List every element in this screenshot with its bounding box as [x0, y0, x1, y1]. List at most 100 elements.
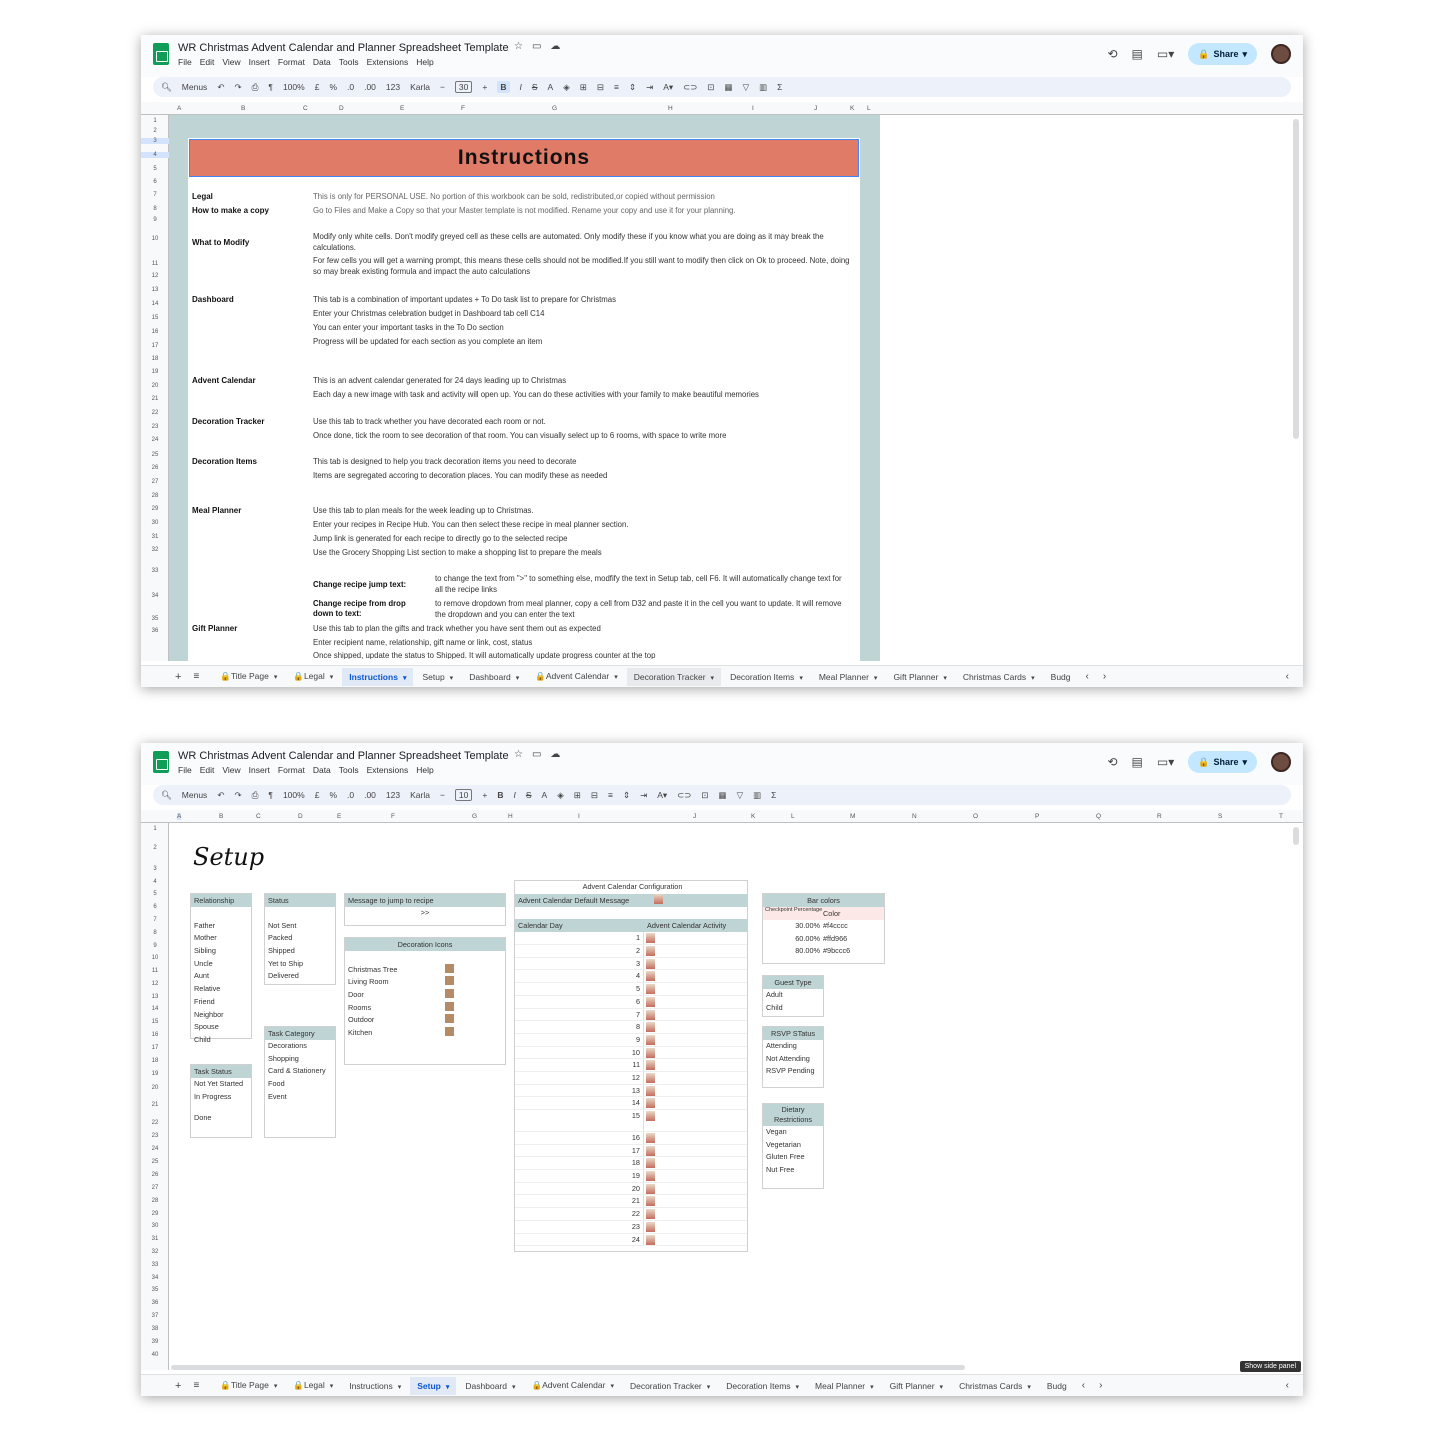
col-header[interactable]: I [578, 813, 580, 820]
calendar-day[interactable]: 7 [515, 1008, 644, 1021]
meet-icon[interactable]: ▭▾ [1157, 755, 1174, 769]
section-label[interactable]: Decoration Items [192, 457, 257, 466]
task-category-item[interactable]: Event [265, 1091, 335, 1104]
sheet-tab[interactable]: Dashboard ▾ [462, 668, 526, 686]
fill-color-icon[interactable]: ◈ [557, 790, 564, 801]
activity-image-icon[interactable] [646, 933, 655, 944]
row-header[interactable]: 22 [141, 410, 169, 416]
calendar-day[interactable]: 2 [515, 945, 644, 957]
history-icon[interactable]: ⟲ [1107, 47, 1117, 61]
rotate-icon[interactable]: A▾ [657, 790, 667, 801]
status-item[interactable]: Delivered [265, 970, 335, 983]
section-label[interactable]: Gift Planner [192, 624, 237, 633]
decoration-image-icon[interactable] [445, 1001, 454, 1011]
sheet-tab[interactable]: Budg [1044, 668, 1078, 686]
menu-help[interactable]: Help [416, 57, 433, 67]
sheet-tab[interactable]: Instructions ▾ [342, 667, 414, 686]
row-header[interactable]: 13 [141, 994, 169, 1000]
sub-text[interactable]: to change the text from ">" to something… [435, 574, 845, 595]
section-text[interactable]: Use the Grocery Shopping List section to… [313, 548, 853, 559]
col-header[interactable]: G [472, 813, 477, 820]
calendar-day[interactable]: 9 [515, 1033, 644, 1046]
advent-config-title[interactable]: Advent Calendar Configuration [515, 881, 747, 894]
row-header[interactable]: 36 [141, 1300, 169, 1306]
task-status-item[interactable]: Done [191, 1112, 251, 1125]
calendar-day-header[interactable]: Calendar Day [518, 919, 647, 932]
activity-header[interactable]: Advent Calendar Activity [647, 919, 726, 932]
col-header[interactable]: S [1218, 813, 1222, 820]
section-label[interactable]: Advent Calendar [192, 376, 256, 385]
avatar[interactable] [1271, 752, 1291, 772]
row-header[interactable]: 31 [141, 534, 169, 540]
relationship-item[interactable]: Sibling [191, 945, 251, 958]
row-header[interactable]: 29 [141, 506, 169, 512]
row-header[interactable]: 3 [141, 866, 169, 872]
row-header[interactable]: 14 [141, 301, 169, 307]
section-label[interactable]: Decoration Tracker [192, 417, 264, 426]
row-header[interactable]: 35 [141, 616, 169, 622]
chevron-down-icon[interactable]: ▾ [610, 1383, 614, 1390]
vertical-scrollbar[interactable] [1293, 119, 1299, 439]
number-format-button[interactable]: 123 [386, 790, 400, 800]
bar-color-value[interactable]: #9bccc6 [823, 945, 850, 958]
calendar-day[interactable]: 14 [515, 1097, 644, 1109]
rsvp-item[interactable]: RSVP Pending [763, 1065, 823, 1078]
row-header[interactable]: 16 [141, 329, 169, 335]
instructions-banner[interactable]: Instructions [189, 139, 859, 177]
task-category-item[interactable]: Food [265, 1078, 335, 1091]
activity-image-icon[interactable] [646, 1209, 655, 1220]
section-text[interactable]: Use this tab to plan the gifts and track… [313, 624, 853, 635]
merge-icon[interactable]: ⊟ [597, 82, 604, 93]
sheet-tab[interactable]: Gift Planner ▾ [886, 668, 953, 686]
menu-view[interactable]: View [222, 765, 240, 775]
menus-search[interactable]: Menus [182, 82, 208, 92]
calendar-day[interactable]: 24 [515, 1233, 644, 1246]
task-category-item[interactable]: Card & Stationery [265, 1065, 335, 1078]
col-header[interactable]: D [298, 813, 303, 820]
calendar-day[interactable]: 5 [515, 983, 644, 995]
chart-icon[interactable]: ▦ [719, 790, 727, 801]
row-header[interactable]: 16 [141, 1032, 169, 1038]
redo-icon[interactable]: ↷ [234, 790, 241, 801]
sheet-tab[interactable]: Setup ▾ [410, 1376, 457, 1395]
filter-views-icon[interactable]: ▥ [753, 790, 761, 801]
relationship-header[interactable]: Relationship [191, 894, 251, 907]
col-header[interactable]: T [1279, 813, 1283, 820]
history-icon[interactable]: ⟲ [1107, 755, 1117, 769]
section-text[interactable]: For few cells you will get a warning pro… [313, 256, 853, 277]
sheet-tab[interactable]: Instructions ▾ [342, 1377, 408, 1395]
section-label[interactable]: Meal Planner [192, 506, 241, 515]
guest-type-item[interactable]: Adult [763, 989, 823, 1002]
col-header[interactable]: L [791, 813, 795, 820]
row-header[interactable]: 36 [141, 628, 169, 634]
italic-button[interactable]: I [514, 790, 516, 800]
col-header[interactable]: R [1157, 813, 1162, 820]
calendar-day[interactable]: 16 [515, 1132, 644, 1144]
checkpoint-pct[interactable]: 80.00% [763, 945, 823, 958]
row-header[interactable]: 11 [141, 261, 169, 267]
row-header[interactable]: 28 [141, 1198, 169, 1204]
plus-icon[interactable]: + [482, 82, 487, 92]
chevron-down-icon[interactable]: ▾ [796, 1384, 800, 1391]
chevron-down-icon[interactable]: ▾ [940, 1384, 944, 1391]
relationship-item[interactable]: Uncle [191, 958, 251, 971]
row-header[interactable]: 18 [141, 356, 169, 362]
row-header[interactable]: 20 [141, 1085, 169, 1091]
star-move-cloud-icons[interactable]: ☆▭☁ [514, 41, 569, 52]
borders-icon[interactable]: ⊞ [580, 82, 587, 93]
activity-image-icon[interactable] [646, 984, 655, 995]
row-header[interactable]: 8 [141, 930, 169, 936]
row-header[interactable]: 40 [141, 1352, 169, 1358]
menu-data[interactable]: Data [313, 57, 331, 67]
decoration-image-icon[interactable] [445, 963, 454, 973]
section-text[interactable]: Modify only white cells. Don't modify gr… [313, 232, 853, 253]
chevron-down-icon[interactable]: ▾ [870, 1384, 874, 1391]
chevron-down-icon[interactable]: ▾ [1242, 757, 1247, 768]
chevron-left-icon[interactable]: ‹ [1086, 671, 1089, 682]
rsvp-header[interactable]: RSVP STatus [763, 1027, 823, 1040]
chart-icon[interactable]: ▦ [725, 82, 733, 93]
row-header[interactable]: 30 [141, 1223, 169, 1229]
sheets-logo-icon[interactable] [153, 43, 169, 65]
row-header[interactable]: 24 [141, 1146, 169, 1152]
decoration-icon-label[interactable]: Living Room [348, 976, 445, 989]
